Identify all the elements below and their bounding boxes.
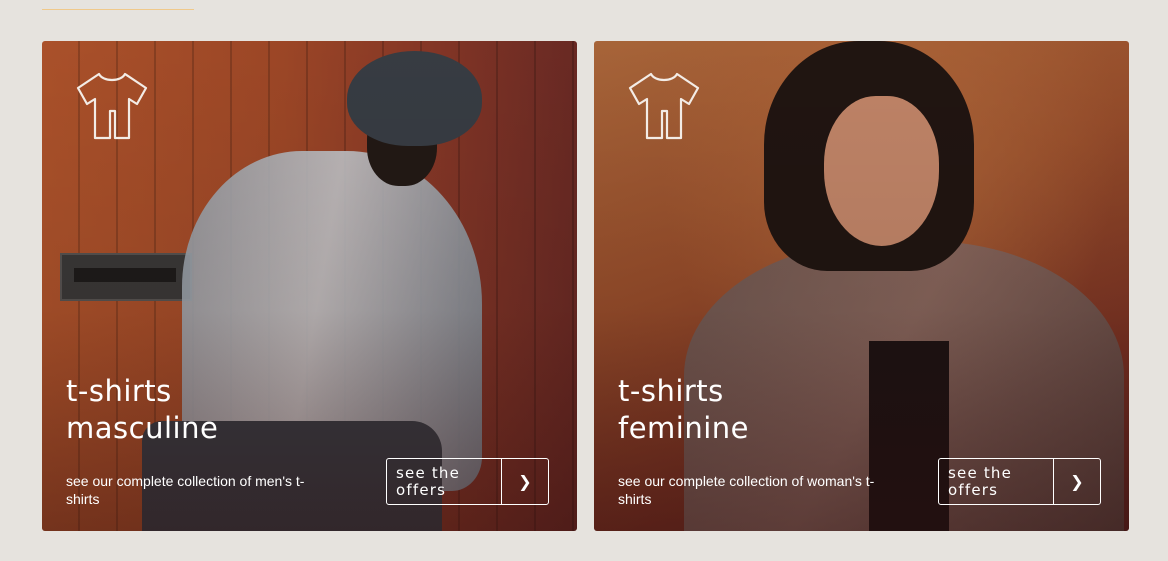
chevron-right-icon: ❯: [518, 472, 532, 491]
t-shirt-icon: [76, 72, 148, 140]
accent-divider: [42, 9, 194, 10]
card-title: t-shirts feminine: [618, 373, 749, 447]
category-card-feminine[interactable]: t-shirts feminine see our complete colle…: [594, 41, 1129, 531]
card-description: see our complete collection of men's t-s…: [66, 473, 305, 507]
card-title: t-shirts masculine: [66, 373, 218, 447]
see-offers-button-masculine[interactable]: see the offers ❯: [386, 458, 549, 505]
category-card-masculine[interactable]: t-shirts masculine see our complete coll…: [42, 41, 577, 531]
card-title-line2: masculine: [66, 411, 219, 445]
t-shirt-icon: [628, 72, 700, 140]
card-title-line1: t-shirts: [618, 374, 724, 408]
chevron-right-icon: ❯: [1070, 472, 1084, 491]
see-offers-label: see the offers: [387, 459, 502, 504]
card-title-line2: feminine: [618, 411, 750, 445]
card-description: see our complete collection of woman's t…: [618, 473, 875, 507]
card-title-line1: t-shirts: [66, 374, 172, 408]
see-offers-label: see the offers: [939, 459, 1054, 504]
see-offers-button-feminine[interactable]: see the offers ❯: [938, 458, 1101, 505]
